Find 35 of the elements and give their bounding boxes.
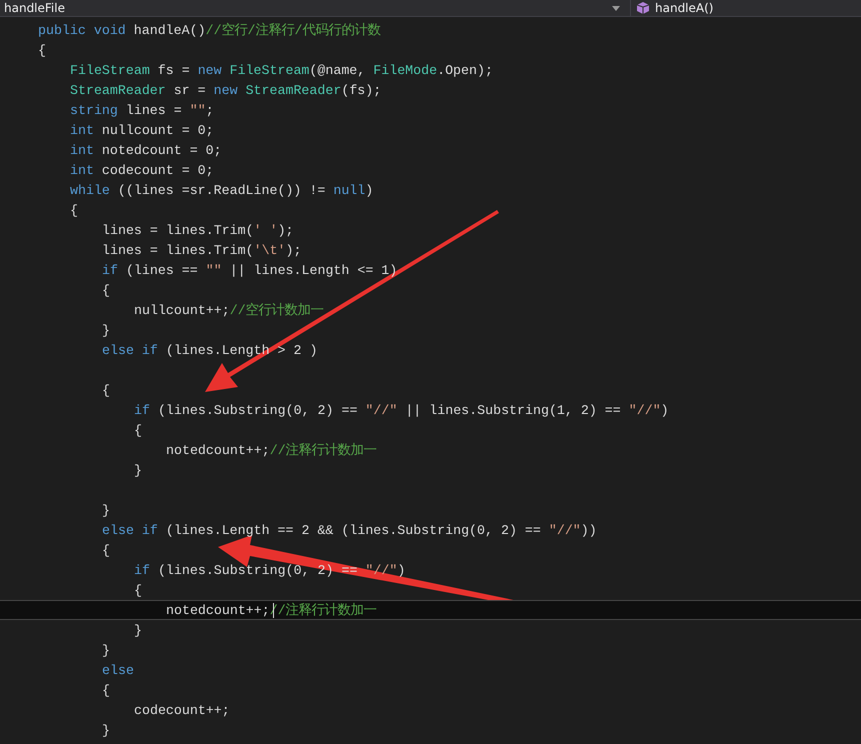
code-line: }: [134, 623, 142, 638]
code-line: {: [70, 203, 78, 218]
code-line: {: [38, 43, 46, 58]
code-line: {: [134, 583, 142, 598]
caret-icon: [612, 6, 620, 10]
code-line: int codecount = 0;: [70, 163, 214, 178]
type-dropdown[interactable]: handleFile: [0, 1, 604, 15]
code-line: int nullcount = 0;: [70, 123, 214, 138]
code-line: public void handleA()//空行/注释行/代码行的计数: [38, 23, 381, 38]
code-line: else if (lines.Length > 2 ): [102, 343, 318, 358]
code-line: FileStream fs = new FileStream(@name, FileMode.Open);: [70, 63, 493, 78]
code-line: lines = lines.Trim(' ');: [102, 223, 294, 238]
code-line: while ((lines =sr.ReadLine()) != null): [70, 183, 374, 198]
code-line: lines = lines.Trim('\t');: [102, 243, 302, 258]
code-line: string lines = "";: [70, 103, 214, 118]
code-line: if (lines.Substring(0, 2) == "//" || lines.Substring(1, 2) == "//"): [134, 403, 669, 418]
code-line: if (lines == "" || lines.Length <= 1): [102, 263, 398, 278]
code-line: {: [102, 283, 110, 298]
code-line: }: [102, 503, 110, 518]
code-line: }: [102, 643, 110, 658]
code-line: }: [102, 723, 110, 738]
code-line: codecount++;: [134, 703, 230, 718]
code-line: int notedcount = 0;: [70, 143, 222, 158]
code-line: {: [102, 543, 110, 558]
code-line: {: [134, 423, 142, 438]
code-line: nullcount++;//空行计数加一: [134, 303, 324, 318]
code-line: StreamReader sr = new StreamReader(fs);: [70, 83, 382, 98]
code-line: }: [102, 323, 110, 338]
code-line: else: [102, 663, 134, 678]
member-dropdown[interactable]: handleA(): [630, 0, 714, 16]
code-line: else if (lines.Length == 2 && (lines.Substring(0, 2) == "//")): [102, 523, 597, 538]
code-line: notedcount++;//注释行计数加一: [166, 443, 377, 458]
code-line: }: [134, 463, 142, 478]
code-line: {: [102, 683, 110, 698]
code-line: {: [102, 383, 110, 398]
